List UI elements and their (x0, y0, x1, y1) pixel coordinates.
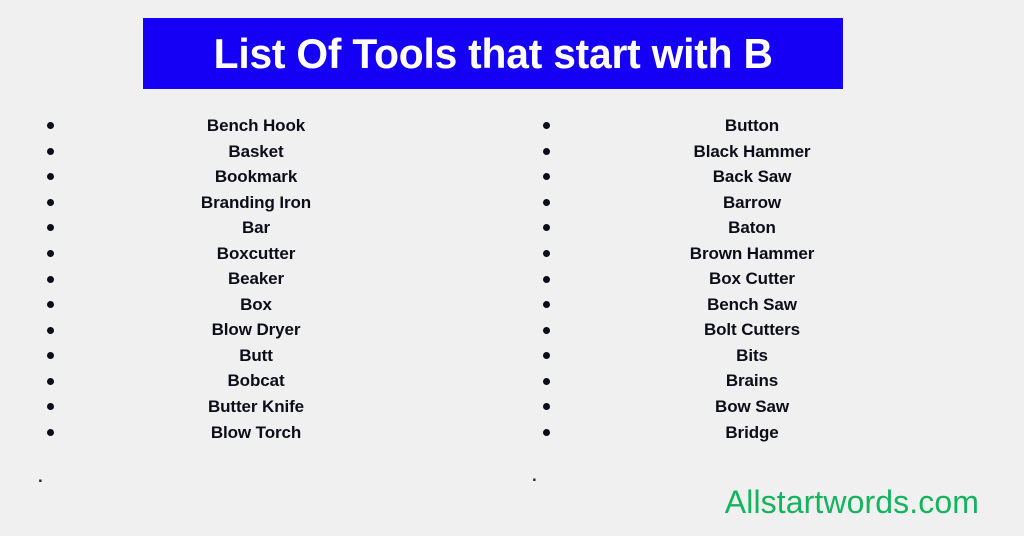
list-item: Bench Saw (516, 292, 988, 318)
bullet-icon (543, 147, 550, 155)
bullet-icon (47, 224, 54, 232)
word-list-left: Bench Hook Basket Bookmark Branding Iron Bar… (20, 113, 492, 445)
word-label: Bookmark (214, 167, 298, 187)
word-label: Brown Hammer (689, 243, 815, 263)
list-item: Brown Hammer (516, 241, 988, 267)
word-label: Bolt Cutters (703, 320, 801, 340)
list-item: Back Saw (516, 164, 988, 190)
list-item: Bits (516, 343, 988, 369)
trailing-period-left: . (38, 467, 43, 486)
word-label: Black Hammer (693, 141, 811, 161)
word-label: Bridge (725, 422, 779, 442)
word-column-right: Button Black Hammer Back Saw Barrow Baton Bro… (516, 113, 988, 453)
word-label: Bench Saw (707, 294, 797, 314)
list-item: Bar (20, 215, 492, 241)
list-item: Bobcat (20, 368, 492, 394)
list-item: Butter Knife (20, 394, 492, 420)
word-label: Bar (241, 218, 271, 238)
word-label: Box Cutter (709, 269, 795, 289)
page-title: List Of Tools that start with B (213, 29, 773, 77)
word-label: Bow Saw (715, 397, 789, 417)
bullet-icon (543, 173, 550, 181)
bullet-icon (47, 173, 54, 181)
list-item: Boxcutter (20, 241, 492, 267)
bullet-icon (47, 326, 54, 334)
bullet-icon (543, 352, 550, 360)
bullet-icon (543, 301, 550, 309)
site-watermark: Allstartwords.com (724, 484, 979, 520)
word-list-right: Button Black Hammer Back Saw Barrow Baton Bro… (516, 113, 988, 445)
word-label: Baton (728, 218, 776, 238)
word-label: Blow Torch (210, 422, 302, 442)
word-label: Box (240, 294, 272, 314)
bullet-icon (543, 198, 550, 206)
bullet-icon (47, 352, 54, 360)
list-item: Barrow (516, 190, 988, 216)
word-label: Blow Dryer (211, 320, 301, 340)
word-label: Butter Knife (207, 397, 305, 417)
bullet-icon (47, 377, 54, 385)
word-label: Basket (228, 141, 284, 161)
word-label: Brains (725, 371, 779, 391)
bullet-icon (543, 326, 550, 334)
list-item: Bow Saw (516, 394, 988, 420)
list-item: Box Cutter (516, 266, 988, 292)
bullet-icon (47, 250, 54, 257)
list-item: Butt (20, 343, 492, 369)
bullet-icon (543, 250, 550, 257)
list-item: Bridge (516, 420, 988, 446)
bullet-icon (543, 122, 550, 130)
bullet-icon (543, 377, 550, 385)
bullet-icon (47, 428, 54, 436)
bullet-icon (543, 275, 550, 283)
word-label: Barrow (723, 192, 781, 212)
list-item: Bolt Cutters (516, 317, 988, 343)
list-item: Basket (20, 139, 492, 165)
bullet-icon (543, 224, 550, 232)
bullet-icon (47, 198, 54, 206)
list-item: Bench Hook (20, 113, 492, 139)
list-item: Button (516, 113, 988, 139)
word-columns: Bench Hook Basket Bookmark Branding Iron Bar… (0, 113, 1024, 453)
bullet-icon (47, 122, 54, 130)
word-label: Beaker (227, 269, 285, 289)
bullet-icon (47, 403, 54, 411)
bullet-icon (47, 275, 54, 283)
title-banner: List Of Tools that start with B (143, 18, 843, 89)
trailing-period-right: . (532, 466, 537, 485)
list-item: Branding Iron (20, 190, 492, 216)
word-label: Bits (736, 345, 768, 365)
list-item: Blow Dryer (20, 317, 492, 343)
bullet-icon (543, 403, 550, 411)
bullet-icon (47, 147, 54, 155)
word-label: Bench Hook (206, 116, 306, 135)
list-item: Brains (516, 368, 988, 394)
list-item: Blow Torch (20, 420, 492, 446)
word-label: Bobcat (227, 371, 285, 391)
word-label: Boxcutter (216, 243, 296, 263)
list-item: Baton (516, 215, 988, 241)
word-column-left: Bench Hook Basket Bookmark Branding Iron Bar… (20, 113, 492, 453)
word-label: Back Saw (712, 167, 792, 187)
bullet-icon (543, 428, 550, 436)
word-label: Button (724, 116, 780, 135)
list-item: Beaker (20, 266, 492, 292)
poster-canvas: List Of Tools that start with B Bench Ho… (0, 0, 1024, 536)
bullet-icon (47, 301, 54, 309)
list-item: Box (20, 292, 492, 318)
list-item: Black Hammer (516, 139, 988, 165)
list-item: Bookmark (20, 164, 492, 190)
word-label: Branding Iron (200, 192, 312, 212)
word-label: Butt (239, 345, 273, 365)
